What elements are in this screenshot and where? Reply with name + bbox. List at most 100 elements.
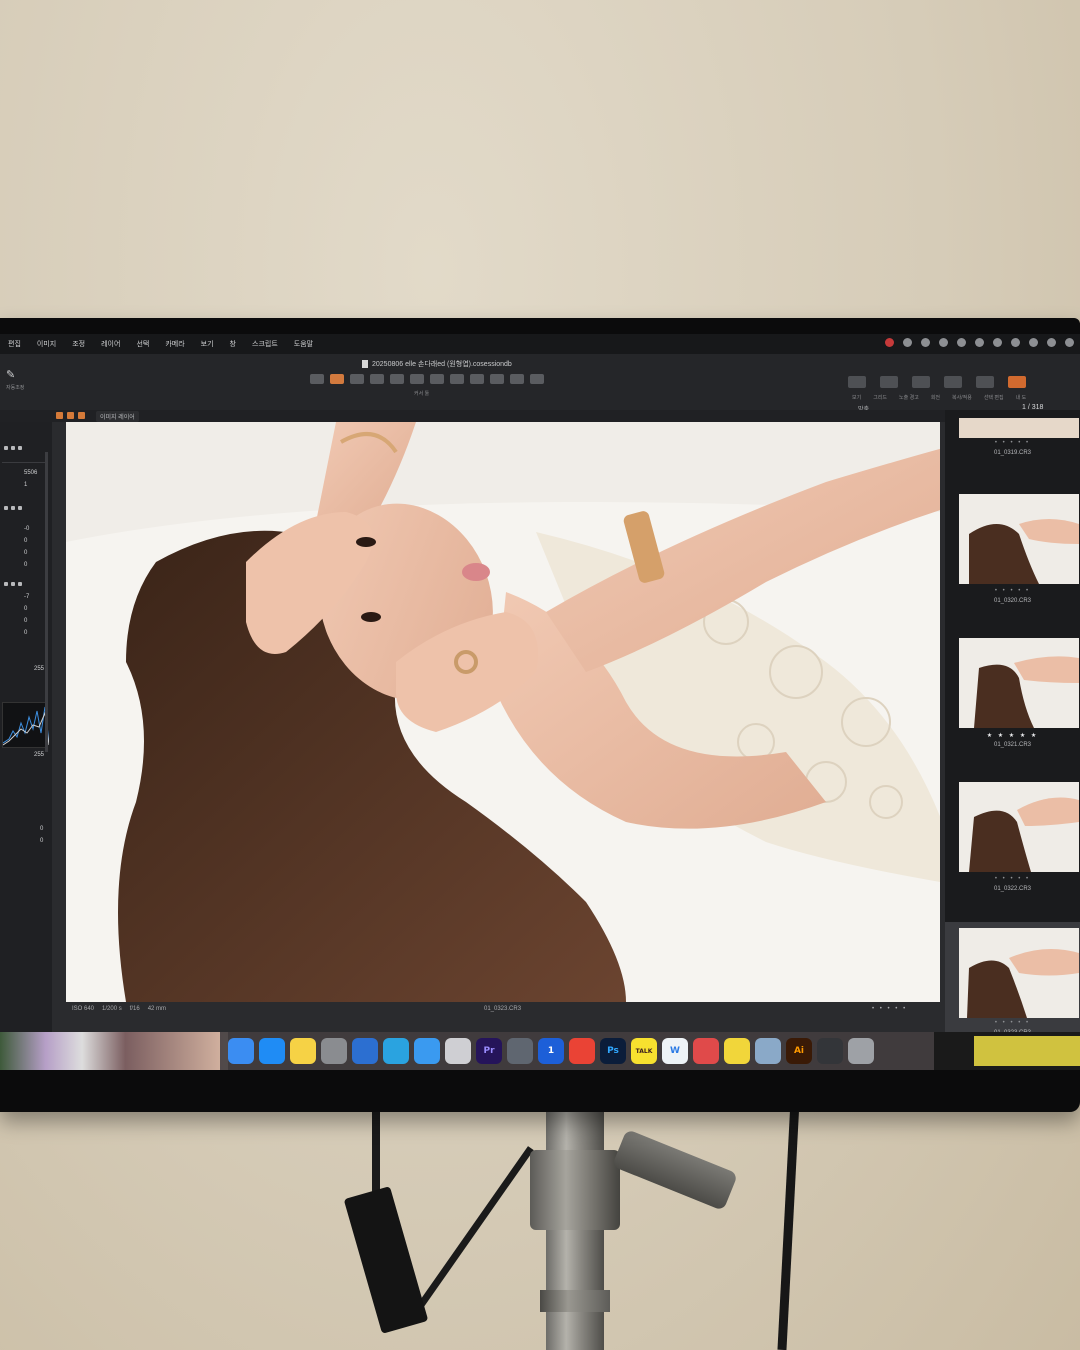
thumbnail-image[interactable] xyxy=(959,928,1079,1018)
compare-layout-icon[interactable] xyxy=(78,412,85,419)
thumbnail-image[interactable] xyxy=(959,494,1079,584)
photoshop-icon[interactable]: Ps xyxy=(600,1038,626,1064)
panel-icon[interactable] xyxy=(11,446,15,450)
menu-item[interactable]: 레이어 xyxy=(93,339,128,349)
whale-icon[interactable]: W xyxy=(662,1038,688,1064)
thumbnail-stars[interactable]: • • • • • xyxy=(945,876,1080,882)
quicktime-icon[interactable] xyxy=(352,1038,378,1064)
thumbnail-image[interactable] xyxy=(959,638,1079,728)
view-tool-label: 회전 xyxy=(930,395,941,401)
finder-icon[interactable] xyxy=(228,1038,254,1064)
creative-cloud-icon[interactable] xyxy=(903,338,912,347)
record-icon[interactable] xyxy=(885,338,894,347)
thumbnail-stars[interactable]: ★ ★ ★ ★ ★ xyxy=(945,732,1080,739)
menu-item[interactable]: 창 xyxy=(222,339,244,349)
panel-icon[interactable] xyxy=(18,506,22,510)
crop-tool-icon[interactable] xyxy=(370,374,384,384)
document-title: 20250806 elle 손다래ed (원형엽).cosessiondb xyxy=(362,359,512,369)
rotate-tool-icon[interactable] xyxy=(390,374,404,384)
dock-icon-label: Ai xyxy=(793,1046,805,1056)
heal-tool-icon[interactable] xyxy=(510,374,524,384)
thumbnail-stars[interactable]: • • • • • xyxy=(945,588,1080,594)
thumbnail-image[interactable] xyxy=(959,418,1079,438)
trash-icon[interactable] xyxy=(848,1038,874,1064)
main-photo[interactable] xyxy=(66,422,940,1002)
panel-scrollbar[interactable] xyxy=(45,452,48,752)
premiere-icon[interactable]: Pr xyxy=(476,1038,502,1064)
view-icon[interactable] xyxy=(848,376,866,388)
auto-adjust-icon[interactable]: ✎ xyxy=(6,368,20,382)
menu-item[interactable]: 도움말 xyxy=(286,339,321,349)
sync-icon[interactable] xyxy=(693,1038,719,1064)
menu-item[interactable]: 조정 xyxy=(64,339,93,349)
panel-icon[interactable] xyxy=(4,582,8,586)
volume-icon[interactable] xyxy=(993,338,1002,347)
slider-track[interactable] xyxy=(2,462,48,463)
thumbnail-stars[interactable]: • • • • • xyxy=(945,1020,1080,1026)
notes-icon[interactable] xyxy=(290,1038,316,1064)
pointer-tool-icon[interactable] xyxy=(310,374,324,384)
exif-shutter: 1/200 s xyxy=(102,1006,122,1012)
bluetooth-icon[interactable] xyxy=(975,338,984,347)
picker-tool-icon[interactable] xyxy=(490,374,504,384)
cloud-icon[interactable] xyxy=(507,1038,533,1064)
single-layout-icon[interactable] xyxy=(67,412,74,419)
histogram-graph xyxy=(2,706,50,746)
safari-icon[interactable] xyxy=(414,1038,440,1064)
menu-item[interactable]: 보기 xyxy=(193,339,222,349)
thumbnail-item[interactable]: • • • • • 01_0322.CR3 xyxy=(945,782,1080,926)
edit-selected-icon[interactable] xyxy=(1008,376,1026,388)
dock-icon-label: Ps xyxy=(607,1046,619,1056)
panel-icon[interactable] xyxy=(18,446,22,450)
window-icon[interactable] xyxy=(817,1038,843,1064)
illustrator-icon[interactable]: Ai xyxy=(786,1038,812,1064)
grid-layout-icon[interactable] xyxy=(56,412,63,419)
layer-select[interactable]: 이미지 레이어 xyxy=(96,411,139,422)
thumbnail-item[interactable]: ★ ★ ★ ★ ★ 01_0321.CR3 xyxy=(945,638,1080,782)
panel-icon[interactable] xyxy=(11,506,15,510)
view-tool-label: 복사/적용 xyxy=(952,395,972,401)
clock-icon[interactable] xyxy=(1029,338,1038,347)
app-store-icon[interactable] xyxy=(259,1038,285,1064)
1password-icon[interactable]: 1 xyxy=(538,1038,564,1064)
menu-item[interactable]: 스크립트 xyxy=(244,339,286,349)
thumbnail-image[interactable] xyxy=(959,782,1079,872)
panel-icon[interactable] xyxy=(11,582,15,586)
sync-icon[interactable] xyxy=(921,338,930,347)
menu-item[interactable]: 편집 xyxy=(0,339,29,349)
battery-icon[interactable] xyxy=(1011,338,1020,347)
preview-icon[interactable] xyxy=(755,1038,781,1064)
kakaotalk-icon[interactable]: TALK xyxy=(631,1038,657,1064)
annotate-tool-icon[interactable] xyxy=(530,374,544,384)
panel-icon[interactable] xyxy=(18,582,22,586)
menu-item[interactable]: 이미지 xyxy=(29,339,64,349)
eraser-tool-icon[interactable] xyxy=(450,374,464,384)
image-viewer[interactable]: ISO 640 1/200 s f/16 42 mm 01_0323.CR3 •… xyxy=(52,422,945,1032)
loupe-tool-icon[interactable] xyxy=(350,374,364,384)
thumbnail-stars[interactable]: • • • • • xyxy=(945,440,1080,446)
view-tool-label: 노출 경고 xyxy=(899,395,919,401)
menu-item[interactable]: 선택 xyxy=(128,339,157,349)
brush-tool-icon[interactable] xyxy=(430,374,444,384)
system-settings-icon[interactable] xyxy=(321,1038,347,1064)
gradient-tool-icon[interactable] xyxy=(470,374,484,384)
grid-icon[interactable] xyxy=(880,376,898,388)
exposure-warning-icon[interactable] xyxy=(912,376,930,388)
rating-stars[interactable]: • • • • • xyxy=(872,1006,907,1012)
control-center-icon[interactable] xyxy=(1065,338,1074,347)
chrome-icon[interactable] xyxy=(569,1038,595,1064)
rotate-icon[interactable] xyxy=(944,376,962,388)
telegram-icon[interactable] xyxy=(383,1038,409,1064)
keystone-tool-icon[interactable] xyxy=(410,374,424,384)
thumbnail-item[interactable]: • • • • • 01_0320.CR3 xyxy=(945,494,1080,638)
panel-icon[interactable] xyxy=(4,506,8,510)
stickies-icon[interactable] xyxy=(724,1038,750,1064)
copy-apply-icon[interactable] xyxy=(976,376,994,388)
target-icon[interactable] xyxy=(939,338,948,347)
display-icon[interactable] xyxy=(957,338,966,347)
launchpad-icon[interactable] xyxy=(445,1038,471,1064)
menu-item[interactable]: 카메라 xyxy=(157,339,192,349)
panel-icon[interactable] xyxy=(4,446,8,450)
pan-tool-icon[interactable] xyxy=(330,374,344,384)
wifi-icon[interactable] xyxy=(1047,338,1056,347)
